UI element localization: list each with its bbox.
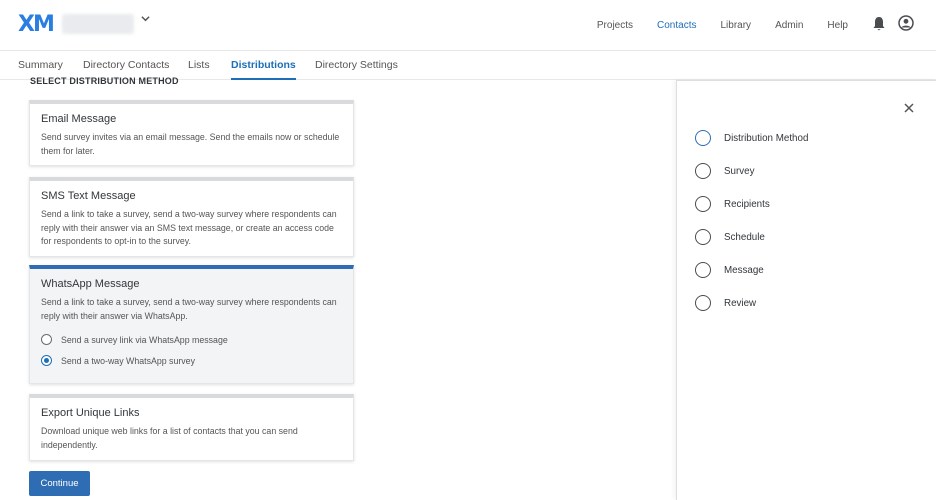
step-circle-icon (695, 163, 711, 179)
step-label: Recipients (724, 198, 770, 210)
distribution-steps-panel: Distribution Method Survey Recipients Sc… (676, 80, 936, 500)
continue-button[interactable]: Continue (29, 471, 90, 496)
nav-contacts[interactable]: Contacts (657, 20, 696, 31)
sms-text-message-card[interactable]: SMS Text Message Send a link to take a s… (29, 177, 354, 257)
tab-distributions[interactable]: Distributions (231, 51, 296, 80)
step-circle-icon (695, 196, 711, 212)
step-schedule[interactable]: Schedule (695, 229, 765, 245)
nav-library[interactable]: Library (720, 20, 751, 31)
card-title: Export Unique Links (41, 407, 140, 419)
section-title: SELECT DISTRIBUTION METHOD (30, 76, 179, 86)
card-description: Download unique web links for a list of … (41, 426, 298, 450)
top-bar: XM Projects Contacts Library Admin Help (0, 0, 936, 50)
step-label: Review (724, 297, 757, 309)
option-label: Send a two-way WhatsApp survey (61, 355, 195, 366)
radio-button[interactable] (41, 334, 52, 345)
step-recipients[interactable]: Recipients (695, 196, 770, 212)
step-circle-icon (695, 229, 711, 245)
nav-projects[interactable]: Projects (597, 20, 633, 31)
project-name[interactable] (62, 14, 134, 34)
step-label: Schedule (724, 231, 765, 243)
nav-help[interactable]: Help (827, 20, 848, 31)
card-title: Email Message (41, 113, 117, 125)
whatsapp-two-way-option[interactable]: Send a two-way WhatsApp survey (41, 355, 342, 366)
tab-directory-settings[interactable]: Directory Settings (315, 51, 398, 80)
card-description: Send a link to take a survey, send a two… (41, 209, 337, 246)
step-label: Distribution Method (724, 132, 809, 144)
option-label: Send a survey link via WhatsApp message (61, 334, 228, 345)
step-circle-icon (695, 295, 711, 311)
chevron-down-icon[interactable] (141, 14, 150, 26)
close-icon[interactable] (903, 101, 915, 113)
user-icon[interactable] (898, 15, 914, 31)
export-unique-links-card[interactable]: Export Unique Links Download unique web … (29, 394, 354, 461)
step-circle-icon (695, 130, 711, 146)
whatsapp-link-option[interactable]: Send a survey link via WhatsApp message (41, 334, 342, 345)
nav-admin[interactable]: Admin (775, 20, 803, 31)
step-label: Message (724, 264, 764, 276)
card-title: SMS Text Message (41, 190, 136, 202)
step-circle-icon (695, 262, 711, 278)
email-message-card[interactable]: Email Message Send survey invites via an… (29, 100, 354, 166)
step-label: Survey (724, 165, 755, 177)
top-nav: Projects Contacts Library Admin Help (573, 0, 848, 50)
card-title: WhatsApp Message (41, 278, 140, 290)
card-description: Send a link to take a survey, send a two… (41, 297, 337, 321)
xm-logo[interactable]: XM (18, 12, 55, 37)
bell-icon[interactable] (872, 16, 886, 32)
step-review[interactable]: Review (695, 295, 756, 311)
whatsapp-message-card[interactable]: WhatsApp Message Send a link to take a s… (29, 265, 354, 384)
tab-lists[interactable]: Lists (188, 51, 210, 80)
step-survey[interactable]: Survey (695, 163, 755, 179)
step-message[interactable]: Message (695, 262, 764, 278)
card-description: Send survey invites via an email message… (41, 132, 340, 156)
step-distribution-method[interactable]: Distribution Method (695, 130, 808, 146)
radio-button-selected[interactable] (41, 355, 52, 366)
